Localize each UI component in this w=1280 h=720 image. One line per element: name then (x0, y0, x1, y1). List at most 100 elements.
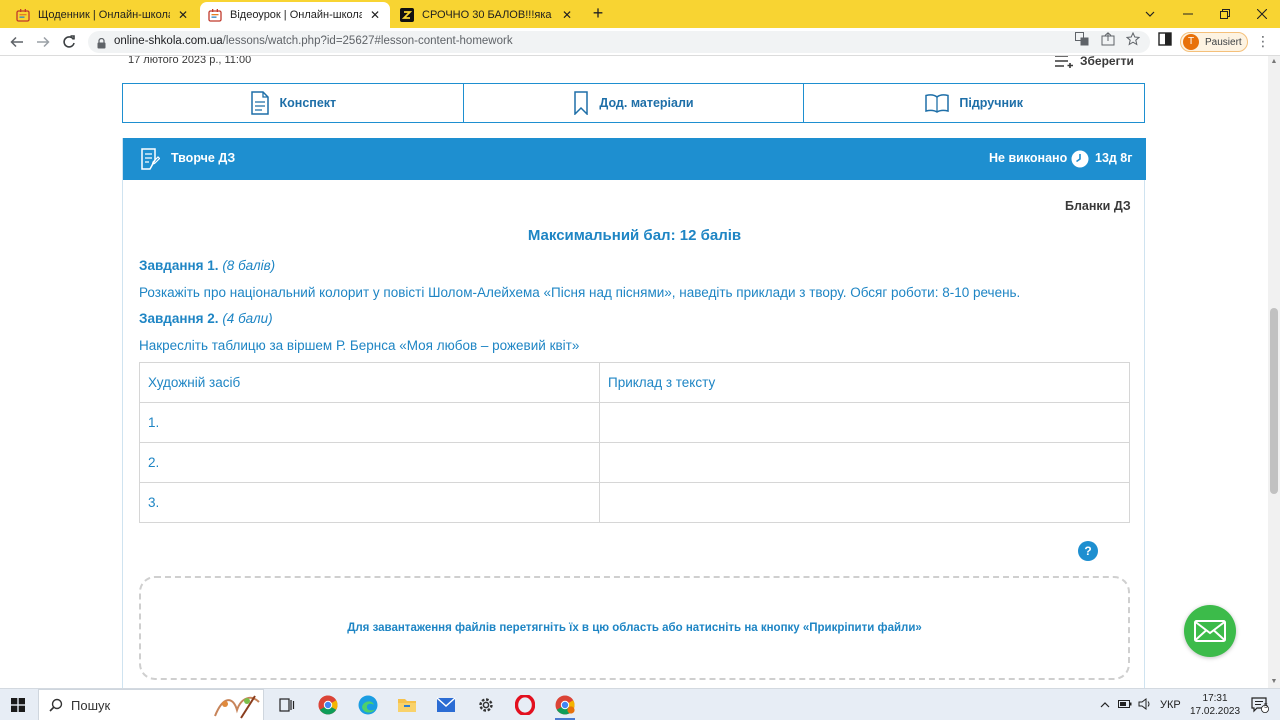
notifications-icon[interactable]: 5 (1248, 693, 1272, 717)
side-panel-icon[interactable] (1157, 31, 1173, 47)
edge-icon[interactable] (356, 693, 380, 717)
task2-text: Накресліть таблицю за віршем Р. Бернса «… (139, 338, 580, 353)
scroll-up-icon[interactable]: ▲ (1268, 56, 1280, 68)
envelope-icon (1194, 620, 1226, 642)
task-view-icon[interactable] (275, 693, 299, 717)
file-dropzone[interactable]: Для завантаження файлів перетягніть їх в… (139, 576, 1130, 680)
contact-mail-button[interactable] (1184, 605, 1236, 657)
clock-icon (1071, 150, 1089, 168)
homework-title: Творче ДЗ (171, 151, 236, 165)
scrollbar-thumb[interactable] (1270, 308, 1278, 494)
translate-icon[interactable] (1074, 31, 1090, 47)
taskbar-clock[interactable]: 17:31 17.02.2023 (1190, 692, 1240, 718)
znanija-favicon-icon (400, 8, 414, 22)
browser-tab-diary[interactable]: Щоденник | Онлайн-школа «Ал ✕ (8, 2, 198, 28)
url-host: online-shkola.com.ua (114, 35, 223, 47)
table-row: 3. (139, 482, 1130, 523)
volume-icon[interactable] (1138, 697, 1152, 713)
clock-date: 17.02.2023 (1190, 706, 1241, 717)
lesson-date: 17 лютого 2023 р., 11:00 (128, 56, 252, 66)
back-button[interactable] (7, 32, 27, 52)
battery-icon[interactable] (1118, 699, 1132, 711)
search-highlight-icon (214, 695, 260, 719)
lock-icon[interactable] (97, 36, 106, 54)
max-score: Максимальний бал: 12 балів (527, 227, 742, 244)
tab-title: Щоденник | Онлайн-школа «Ал (38, 9, 170, 21)
profile-name: Pausiert (1205, 36, 1242, 48)
browser-tab-videolesson[interactable]: Відеоурок | Онлайн-школа «Ал ✕ (200, 2, 390, 28)
tray-chevron-icon[interactable] (1100, 699, 1110, 711)
scroll-down-icon[interactable]: ▼ (1268, 676, 1280, 688)
homework-document-icon (141, 148, 160, 170)
minimize-button[interactable] (1170, 0, 1206, 28)
share-icon[interactable] (1100, 31, 1116, 47)
homework-header: Творче ДЗ Не виконано 13д 8г (123, 138, 1146, 180)
chrome-icon[interactable] (316, 693, 340, 717)
close-tab-icon[interactable]: ✕ (176, 8, 190, 22)
task2-label: Завдання 2. (139, 311, 219, 326)
settings-gear-icon[interactable] (474, 693, 498, 717)
system-tray: УКР (1100, 689, 1181, 720)
bookmark-star-icon[interactable] (1125, 31, 1141, 47)
table-cell: 2. (139, 442, 600, 483)
new-tab-button[interactable]: + (588, 3, 608, 23)
taskbar-search[interactable]: Пошук (38, 689, 264, 720)
address-bar[interactable]: online-shkola.com.ua/lessons/watch.php?i… (88, 31, 1150, 53)
tab-search-icon[interactable] (1132, 0, 1168, 28)
file-explorer-icon[interactable] (395, 693, 419, 717)
menu-kebab-icon[interactable]: ⋮ (1256, 34, 1270, 48)
windows-start-icon[interactable] (11, 698, 25, 712)
restore-button[interactable] (1207, 0, 1243, 28)
browser-tabstrip: Щоденник | Онлайн-школа «Ал ✕ Відеоурок … (0, 0, 1280, 28)
notification-count: 5 (1264, 703, 1268, 710)
dropzone-text: Для завантаження файлів перетягніть їх в… (347, 622, 922, 634)
opera-icon[interactable] (513, 693, 537, 717)
table-header-cell: Художній засіб (139, 362, 600, 403)
table-header-cell: Приклад з тексту (599, 362, 1130, 403)
search-icon (49, 698, 63, 712)
task2-table: Художній засіб Приклад з тексту 1. 2. 3. (139, 362, 1130, 523)
table-row: 2. (139, 442, 1130, 483)
table-cell (599, 402, 1130, 443)
homework-card: Творче ДЗ Не виконано 13д 8г Бланки ДЗ М… (122, 138, 1146, 688)
browser-tab-question[interactable]: СРОЧНО 30 БАЛОВ!!!яка ідея тв ✕ (392, 2, 582, 28)
tab-title: Відеоурок | Онлайн-школа «Ал (230, 9, 362, 21)
chrome-active-icon[interactable] (553, 693, 577, 720)
url-text: online-shkola.com.ua/lessons/watch.php?i… (114, 35, 513, 47)
browser-toolbar: online-shkola.com.ua/lessons/watch.php?i… (0, 28, 1280, 56)
homework-blanks-link[interactable]: Бланки ДЗ (1065, 199, 1131, 213)
forward-button[interactable] (33, 32, 53, 52)
tab-textbook[interactable]: Підручник (804, 84, 1144, 122)
close-tab-icon[interactable]: ✕ (560, 8, 574, 22)
close-tab-icon[interactable]: ✕ (368, 8, 382, 22)
mail-app-icon[interactable] (434, 693, 458, 717)
table-cell (599, 482, 1130, 523)
save-button[interactable]: Зберегти (1054, 56, 1134, 68)
task1-heading: Завдання 1. (8 балів) (139, 258, 275, 273)
tab-label: Підручник (959, 96, 1023, 110)
table-cell: 3. (139, 482, 600, 523)
url-path: /lessons/watch.php?id=25627#lesson-conte… (222, 35, 513, 47)
time-remaining: 13д 8г (1095, 151, 1133, 165)
reload-button[interactable] (59, 32, 79, 52)
school-favicon-icon (16, 8, 30, 22)
search-placeholder: Пошук (71, 697, 111, 713)
book-icon (925, 94, 950, 113)
save-label: Зберегти (1080, 56, 1134, 68)
tab-label: Дод. матеріали (599, 96, 694, 110)
school-favicon-icon (208, 8, 222, 22)
table-row: 1. (139, 402, 1130, 443)
task1-points: (8 балів) (222, 258, 276, 273)
page-content: 17 лютого 2023 р., 11:00 Зберегти Конспе… (0, 56, 1268, 688)
avatar: T (1183, 34, 1199, 50)
windows-taskbar: Пошук УКР 17:31 17.02.2023 5 (0, 688, 1280, 720)
tab-extra-materials[interactable]: Дод. матеріали (464, 84, 805, 122)
table-cell: 1. (139, 402, 600, 443)
close-window-button[interactable] (1244, 0, 1280, 28)
help-button[interactable]: ? (1078, 541, 1098, 561)
tab-label: Конспект (279, 96, 337, 110)
language-indicator[interactable]: УКР (1160, 699, 1181, 711)
profile-button[interactable]: T Pausiert (1180, 32, 1248, 52)
tab-summary[interactable]: Конспект (123, 84, 464, 122)
page-scrollbar[interactable]: ▲ ▼ (1268, 56, 1280, 688)
